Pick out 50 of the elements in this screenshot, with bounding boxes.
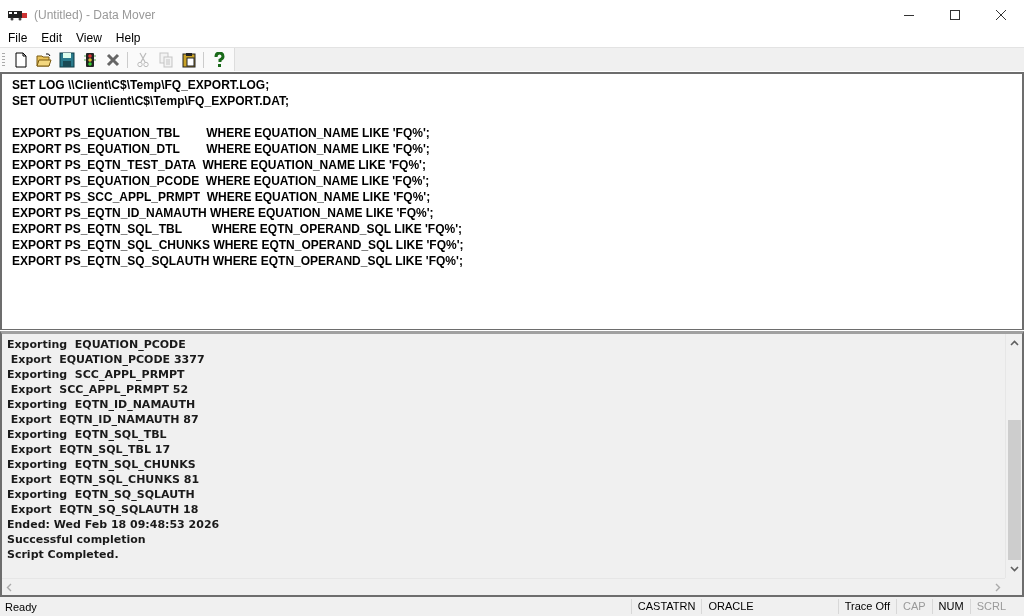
- status-pane: ORACLE: [701, 599, 760, 614]
- log-line: Export EQTN_ID_NAMAUTH 87: [9, 412, 199, 427]
- new-file-icon[interactable]: [12, 51, 29, 68]
- log-line: Export EQTN_SQL_CHUNKS 81: [9, 472, 200, 487]
- key-indicator: SCRL: [969, 599, 1012, 614]
- menu-item[interactable]: Help: [108, 30, 148, 47]
- status-pane: Trace Off: [837, 599, 896, 614]
- log-line: Export EQTN_SQ_SQLAUTH 18: [9, 502, 199, 517]
- status-message: Ready: [4, 600, 38, 613]
- menu-item[interactable]: Edit: [34, 30, 70, 47]
- log-line: Exporting EQTN_SQ_SQLAUTH: [7, 487, 195, 502]
- vertical-scrollbar[interactable]: [1005, 334, 1022, 578]
- traffic-light-icon[interactable]: [81, 51, 98, 68]
- log-line: Script Completed.: [7, 547, 119, 562]
- scroll-up-icon[interactable]: [1009, 340, 1019, 346]
- maximize-icon[interactable]: [950, 10, 960, 20]
- log-line: Export EQUATION_PCODE 3377: [9, 352, 205, 367]
- paste-icon[interactable]: [180, 51, 197, 68]
- log-line: Export SCC_APPL_PRMPT 52: [9, 382, 189, 397]
- script-line: EXPORT PS_EQTN_SQ_SQLAUTH WHERE EQTN_OPERAND_SQL LIKE 'FQ%';: [12, 253, 463, 269]
- script-line: EXPORT PS_EQUATION_PCODE WHERE EQUATION_NAME LIKE 'FQ%';: [12, 173, 430, 189]
- log-line: Export EQTN_SQL_TBL 17: [9, 442, 171, 457]
- log-line: Exporting EQTN_ID_NAMAUTH: [7, 397, 196, 412]
- key-indicator: CAP: [895, 599, 932, 614]
- script-line: SET OUTPUT \\Client\C$\Temp\FQ_EXPORT.DAT;: [12, 93, 289, 109]
- script-line: EXPORT PS_EQTN_ID_NAMAUTH WHERE EQUATION_NAME LIKE 'FQ%';: [12, 205, 434, 221]
- key-indicator: NUM: [931, 599, 970, 614]
- log-line: Exporting EQTN_SQL_TBL: [7, 427, 167, 442]
- delete-icon[interactable]: [104, 51, 121, 68]
- menu-item[interactable]: View: [69, 30, 109, 47]
- script-line: EXPORT PS_EQTN_TEST_DATA WHERE EQUATION_NAME LIKE 'FQ%';: [12, 157, 426, 173]
- script-line: EXPORT PS_EQTN_SQL_TBL WHERE EQTN_OPERAND_SQL LIKE 'FQ%';: [12, 221, 462, 237]
- save-icon[interactable]: [58, 51, 75, 68]
- status-pane: CASTATRN: [630, 599, 702, 614]
- log-line: Successful completion: [7, 532, 146, 547]
- log-line: Exporting SCC_APPL_PRMPT: [7, 367, 185, 382]
- log-line: Exporting EQUATION_PCODE: [7, 337, 186, 352]
- script-line: EXPORT PS_EQUATION_TBL WHERE EQUATION_NAME LIKE 'FQ%';: [12, 125, 430, 141]
- log-line: Ended: Wed Feb 18 09:48:53 2026: [7, 517, 220, 532]
- scroll-down-icon[interactable]: [1009, 566, 1019, 572]
- script-line: EXPORT PS_EQTN_SQL_CHUNKS WHERE EQTN_OPERAND_SQL LIKE 'FQ%';: [12, 237, 464, 253]
- app-icon: [8, 9, 28, 21]
- window-title: (Untitled) - Data Mover: [34, 8, 156, 22]
- script-line: EXPORT PS_EQUATION_DTL WHERE EQUATION_NAME LIKE 'FQ%';: [12, 141, 430, 157]
- log-line: Exporting EQTN_SQL_CHUNKS: [7, 457, 196, 472]
- script-line: SET LOG \\Client\C$\Temp\FQ_EXPORT.LOG;: [12, 77, 270, 93]
- menu-item[interactable]: File: [1, 30, 35, 47]
- close-icon[interactable]: [996, 10, 1006, 20]
- script-line: EXPORT PS_SCC_APPL_PRMPT WHERE EQUATION_NAME LIKE 'FQ%';: [12, 189, 431, 205]
- folder-icon[interactable]: [35, 51, 52, 68]
